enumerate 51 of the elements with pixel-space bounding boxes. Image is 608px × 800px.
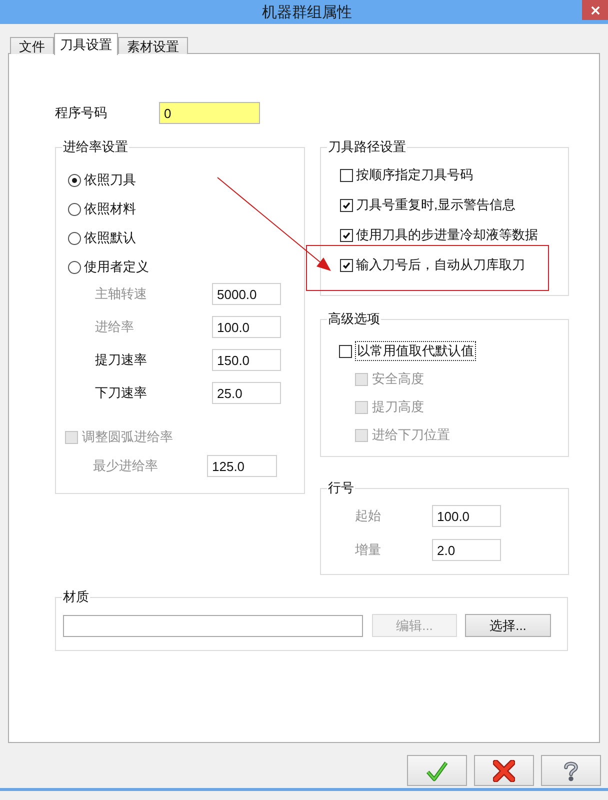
checkbox-label: 按顺序指定刀具号码	[356, 167, 473, 183]
check-icon	[426, 760, 448, 782]
tab[interactable]: 素材设置	[118, 37, 188, 54]
input-field[interactable]: 25.0	[212, 382, 281, 404]
group-title: 材质	[62, 589, 90, 605]
field-label: 提刀速率	[95, 351, 148, 369]
checkbox[interactable]	[339, 344, 352, 358]
checkbox-label: 以常用值取代默认值	[355, 341, 476, 361]
field-label: 主轴转速	[95, 285, 148, 303]
cross-icon	[493, 760, 515, 782]
radio-button[interactable]	[68, 174, 81, 186]
group-title: 进给率设置	[62, 139, 129, 155]
field-label: 进给率	[95, 318, 135, 336]
ok-button[interactable]	[407, 755, 467, 786]
field-label: 起始	[355, 507, 382, 525]
radio-label: 依照默认	[84, 230, 136, 246]
radio-label: 依照刀具	[84, 172, 136, 188]
tab[interactable]: 刀具设置	[54, 33, 118, 55]
radio-label: 依照材料	[84, 201, 136, 217]
field-label: 下刀速率	[95, 384, 148, 402]
input-field[interactable]	[63, 614, 363, 636]
radio-label: 使用者定义	[84, 259, 149, 275]
checkbox[interactable]	[340, 198, 353, 212]
material-button[interactable]: 选择...	[465, 614, 551, 637]
field-label: 增量	[355, 541, 382, 559]
group-title: 高级选项	[327, 311, 381, 327]
group-title: 刀具路径设置	[327, 139, 407, 155]
tab[interactable]: 文件	[10, 37, 54, 54]
checkbox[interactable]	[340, 258, 353, 272]
program-number-field[interactable]: 0	[159, 102, 260, 124]
checkbox-label: 刀具号重复时,显示警告信息	[356, 197, 516, 213]
input-field[interactable]: 150.0	[212, 349, 281, 371]
checkbox-label: 安全高度	[372, 371, 424, 387]
field-label: 程序号码	[55, 104, 108, 122]
close-button[interactable]	[582, 0, 608, 20]
checkbox-label: 进给下刀位置	[372, 427, 450, 443]
radio-button[interactable]	[68, 202, 81, 216]
radio-button[interactable]	[68, 232, 81, 244]
help-button[interactable]	[541, 755, 601, 786]
radio-button[interactable]	[68, 260, 81, 274]
group-title: 行号	[327, 480, 355, 496]
checkbox-label: 提刀高度	[372, 399, 424, 415]
checkbox[interactable]	[340, 168, 353, 182]
checkbox-label: 调整圆弧进给率	[82, 429, 173, 445]
field-label: 最少进给率	[93, 457, 159, 475]
window-title: 机器群组属性	[262, 2, 352, 22]
checkbox-label: 输入刀号后，自动从刀库取刀	[356, 257, 525, 273]
cancel-button[interactable]	[474, 755, 534, 786]
checkbox-label: 使用刀具的步进量冷却液等数据	[356, 227, 538, 243]
checkbox[interactable]	[340, 228, 353, 242]
close-icon	[590, 6, 600, 14]
